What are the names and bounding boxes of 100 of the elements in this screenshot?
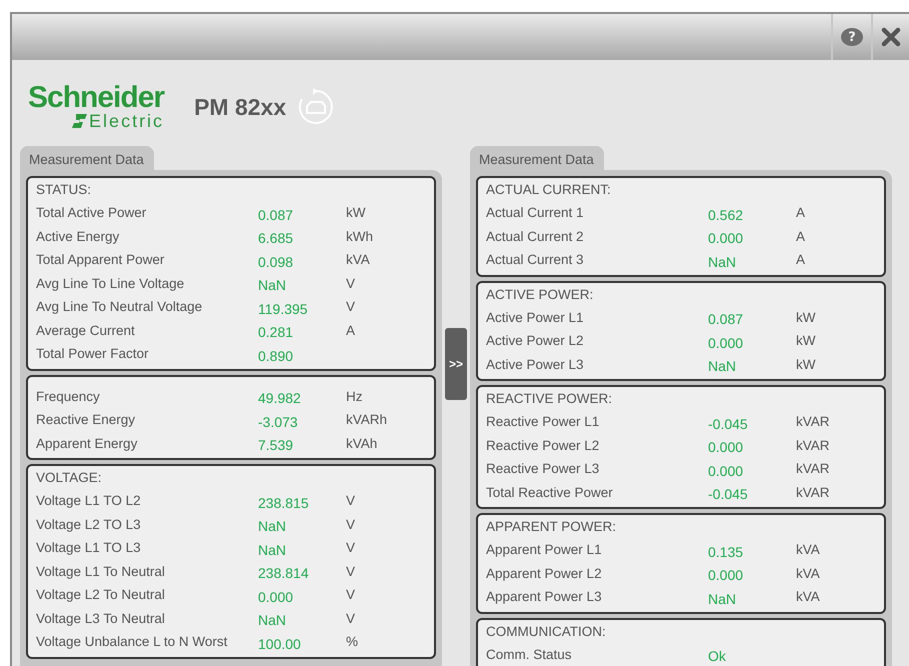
measure-value: 0.135 bbox=[708, 542, 744, 560]
panel-tab[interactable]: Measurement Data bbox=[470, 146, 604, 170]
measure-value: 238.815 bbox=[258, 494, 310, 511]
measure-value: 0.000 bbox=[258, 588, 294, 605]
measure-label: Total Apparent Power bbox=[36, 252, 166, 268]
measure-value: -0.045 bbox=[708, 485, 749, 502]
measure-value: NaN bbox=[258, 540, 288, 558]
group-title: STATUS: bbox=[36, 181, 92, 199]
measure-label: Average Current bbox=[36, 322, 136, 338]
measure-value: 0.087 bbox=[258, 206, 294, 223]
measure-label: Active Power L2 bbox=[486, 333, 585, 348]
measure-label: Reactive Power L3 bbox=[486, 461, 600, 476]
measure-unit: kVA bbox=[796, 566, 821, 581]
measure-value: NaN bbox=[258, 276, 288, 294]
measure-label: Reactive Power L1 bbox=[486, 414, 600, 430]
measure-label: Apparent Power L1 bbox=[486, 542, 603, 558]
measure-unit: kW bbox=[796, 310, 816, 325]
measure-value: 7.539 bbox=[258, 436, 294, 454]
measure-label: Total Reactive Power bbox=[486, 484, 614, 500]
measure-label: Reactive Energy bbox=[36, 412, 136, 428]
measure-unit: kVAh bbox=[346, 436, 378, 451]
measure-unit: kVAR bbox=[796, 414, 831, 430]
measure-unit: kWh bbox=[346, 228, 374, 244]
measure-label: Comm. Status bbox=[486, 646, 573, 662]
measure-unit: kVAR bbox=[796, 484, 831, 500]
measure-value: NaN bbox=[258, 517, 288, 534]
group-title: ACTUAL CURRENT: bbox=[486, 181, 612, 199]
measure-unit: kVA bbox=[346, 252, 371, 268]
measure-value: 0.000 bbox=[708, 438, 744, 456]
measure-value: 0.000 bbox=[708, 462, 744, 479]
measure-label: Active Power L1 bbox=[486, 310, 585, 325]
measure-unit: V bbox=[346, 299, 356, 314]
measure-unit: kVA bbox=[796, 542, 821, 558]
group-title: VOLTAGE: bbox=[36, 469, 103, 487]
measure-value: 100.00 bbox=[258, 634, 302, 652]
measure-unit: kW bbox=[346, 205, 366, 220]
group-title: APPARENT POWER: bbox=[486, 518, 618, 536]
measure-value: 0.281 bbox=[258, 323, 294, 340]
measure-label: Actual Current 1 bbox=[486, 205, 585, 220]
measure-label: Voltage L2 TO L3 bbox=[36, 516, 142, 532]
device-title: PM 82xx bbox=[194, 94, 286, 120]
measure-unit: kVAR bbox=[796, 461, 831, 476]
measure-label: Active Energy bbox=[36, 228, 120, 244]
measure-value: 238.814 bbox=[258, 564, 310, 582]
measure-value: 0.098 bbox=[258, 252, 294, 270]
measure-label: Total Power Factor bbox=[36, 346, 150, 362]
measure-label: Voltage L1 TO L2 bbox=[36, 493, 142, 508]
measure-unit: A bbox=[796, 228, 806, 244]
measure-unit: kVAR bbox=[796, 438, 831, 453]
measure-value: -3.073 bbox=[258, 412, 299, 430]
panel-tab[interactable]: Measurement Data bbox=[20, 146, 154, 170]
measure-value: Ok bbox=[708, 647, 727, 664]
measure-unit: kVARh bbox=[346, 412, 388, 428]
measure-unit: A bbox=[796, 252, 806, 268]
measure-label: Voltage L1 To Neutral bbox=[36, 564, 166, 579]
logo-icon bbox=[71, 112, 90, 130]
group-title: COMMUNICATION: bbox=[486, 622, 607, 640]
measure-label: Voltage L3 To Neutral bbox=[36, 610, 166, 626]
group-title: REACTIVE POWER: bbox=[486, 390, 614, 408]
measure-value: -0.045 bbox=[708, 414, 749, 432]
expand-button[interactable]: >> bbox=[445, 328, 467, 400]
group-title: ACTIVE POWER: bbox=[486, 286, 594, 304]
measure-label: Actual Current 2 bbox=[486, 228, 585, 244]
measure-label: Apparent Energy bbox=[36, 436, 138, 451]
measure-unit: kVA bbox=[796, 589, 821, 604]
measure-value: 0.890 bbox=[258, 346, 294, 364]
logo-text: Schneider bbox=[28, 84, 164, 112]
measure-label: Reactive Power L2 bbox=[486, 438, 600, 453]
measure-value: NaN bbox=[708, 357, 738, 374]
measure-label: Apparent Power L2 bbox=[486, 566, 603, 581]
help-button[interactable]: ? bbox=[841, 28, 863, 46]
measure-unit: V bbox=[346, 610, 356, 626]
measure-value: 0.087 bbox=[708, 310, 744, 328]
measure-label: Actual Current 3 bbox=[486, 252, 585, 268]
close-icon bbox=[881, 27, 901, 47]
logo-subtext: Electric bbox=[89, 112, 164, 130]
measure-unit: V bbox=[346, 493, 356, 508]
measure-unit: V bbox=[346, 276, 356, 291]
measure-value: NaN bbox=[708, 252, 738, 270]
measure-unit: kW bbox=[796, 333, 816, 348]
measure-label: Voltage Unbalance L to N Worst bbox=[36, 634, 228, 650]
measure-unit: V bbox=[346, 540, 356, 556]
measure-label: Avg Line To Line Voltage bbox=[36, 276, 186, 291]
measure-label: Apparent Power L3 bbox=[486, 589, 603, 604]
measure-unit: % bbox=[346, 634, 360, 650]
measure-label: Active Power L3 bbox=[486, 356, 585, 372]
measure-value: 0.000 bbox=[708, 334, 744, 351]
measure-value: NaN bbox=[708, 590, 738, 607]
measure-unit: V bbox=[346, 564, 356, 579]
measure-value: 0.000 bbox=[708, 566, 744, 584]
measure-value: 6.685 bbox=[258, 229, 294, 246]
measure-value: 119.395 bbox=[258, 300, 309, 317]
measure-label: Avg Line To Neutral Voltage bbox=[36, 299, 204, 314]
measure-value: 0.000 bbox=[708, 229, 744, 246]
measure-label: Frequency bbox=[36, 388, 101, 404]
measure-unit: V bbox=[346, 516, 356, 532]
measure-unit: V bbox=[346, 587, 356, 602]
measure-unit: A bbox=[346, 322, 356, 338]
measure-label: Voltage L2 To Neutral bbox=[36, 587, 166, 602]
measure-value: 49.982 bbox=[258, 389, 302, 406]
